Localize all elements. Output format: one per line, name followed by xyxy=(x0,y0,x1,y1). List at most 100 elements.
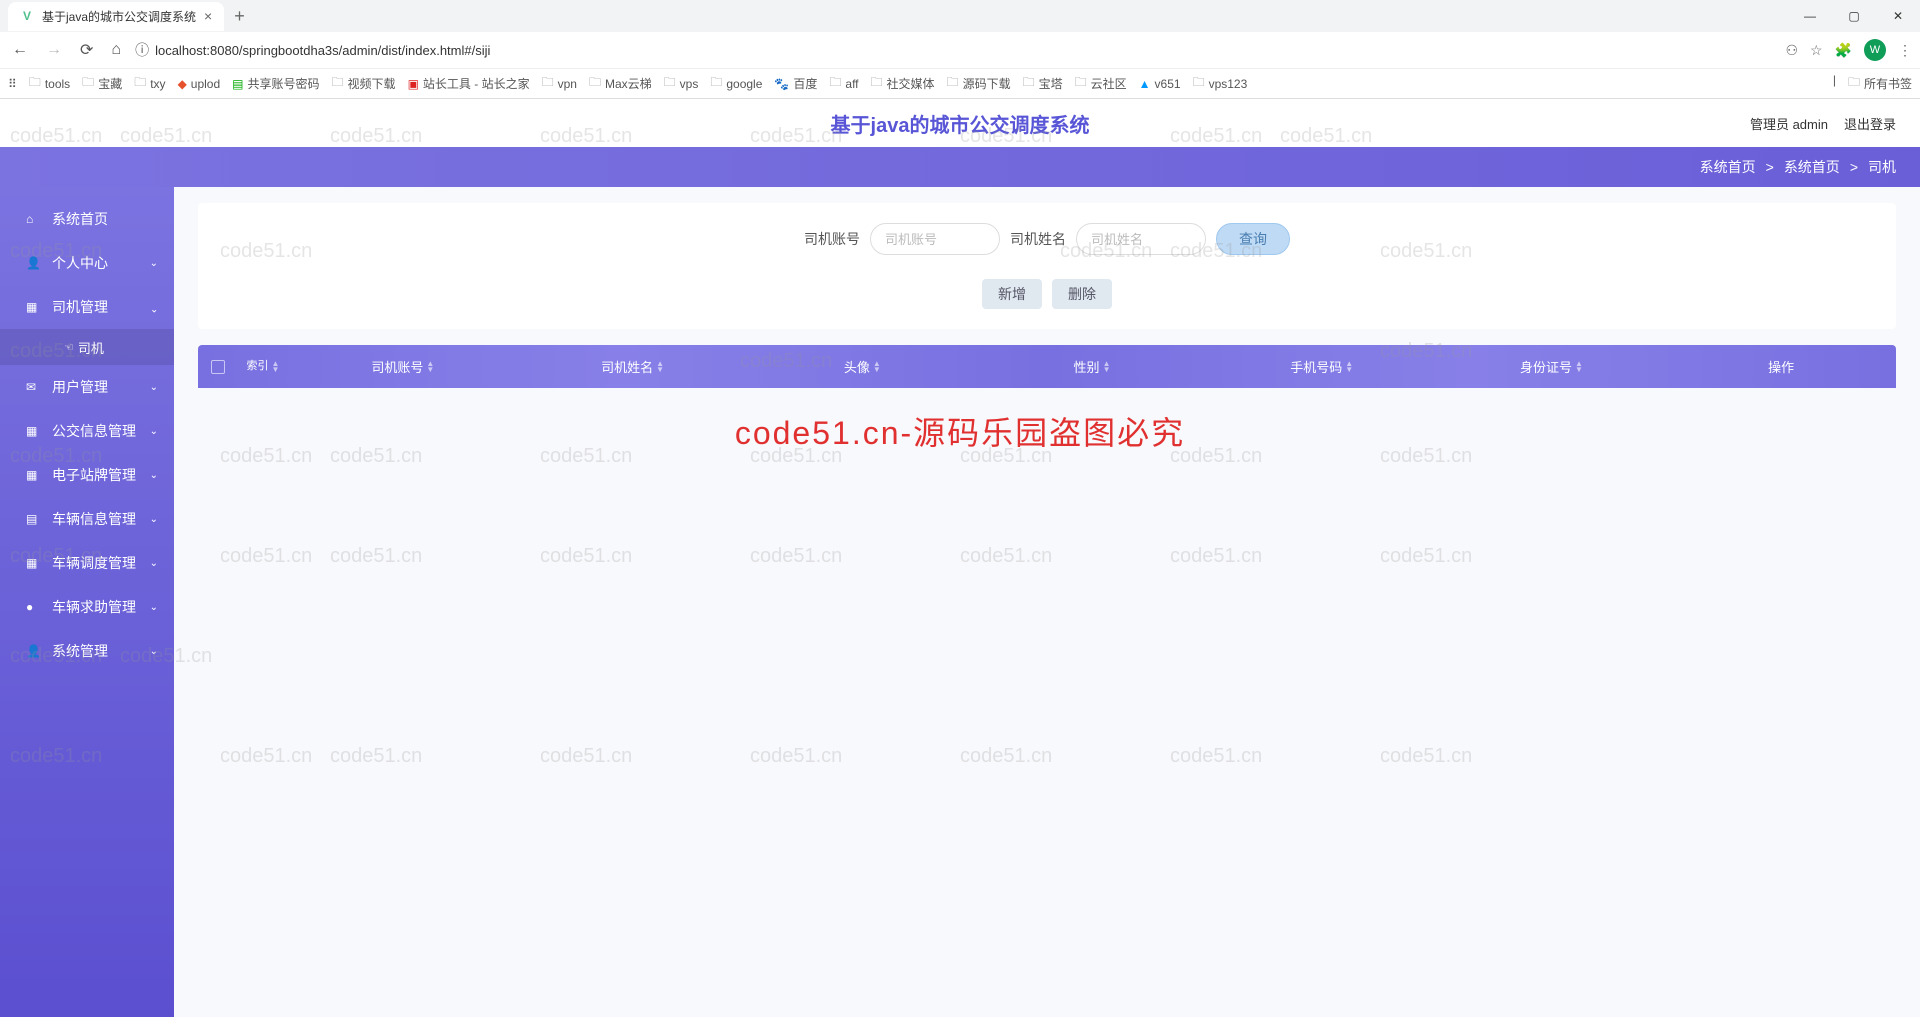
table-header: 索引▲▼ 司机账号▲▼ 司机姓名▲▼ 头像▲▼ 性别▲▼ 手机号码▲▼ 身份证号… xyxy=(198,345,1896,388)
sidebar-item-vehicle[interactable]: ▤车辆信息管理⌄ xyxy=(0,497,174,541)
bookmark-item[interactable]: 🗀宝塔 xyxy=(1023,73,1063,94)
reload-button[interactable]: ⟳ xyxy=(76,40,97,60)
pointer-icon: ☜ xyxy=(64,341,74,354)
info-icon: ⓘ xyxy=(135,40,149,60)
grid-icon: ▦ xyxy=(26,424,40,438)
user-icon: 👤 xyxy=(26,256,40,270)
delete-button[interactable]: 删除 xyxy=(1052,279,1112,309)
maximize-icon[interactable]: ▢ xyxy=(1832,0,1876,32)
th-idcard[interactable]: 身份证号▲▼ xyxy=(1437,345,1667,388)
sidebar-item-driver[interactable]: ▦司机管理⌃ xyxy=(0,285,174,329)
address-bar: ← → ⟳ ⌂ ⓘ localhost:8080/springbootdha3s… xyxy=(0,32,1920,68)
close-tab-icon[interactable]: × xyxy=(204,8,212,24)
browser-tab[interactable]: V 基于java的城市公交调度系统 × xyxy=(8,2,224,31)
sidebar-item-system[interactable]: 👤系统管理⌄ xyxy=(0,629,174,673)
sidebar-item-home[interactable]: ⌂系统首页 xyxy=(0,197,174,241)
url-field[interactable]: ⓘ localhost:8080/springbootdha3s/admin/d… xyxy=(135,40,1775,60)
close-window-icon[interactable]: ✕ xyxy=(1876,0,1920,32)
table: 索引▲▼ 司机账号▲▼ 司机姓名▲▼ 头像▲▼ 性别▲▼ 手机号码▲▼ 身份证号… xyxy=(198,345,1896,388)
bookmark-item[interactable]: 🗀vps xyxy=(664,73,699,94)
translate-icon[interactable]: ⚇ xyxy=(1785,42,1798,59)
sidebar-item-profile[interactable]: 👤个人中心⌄ xyxy=(0,241,174,285)
th-index[interactable]: 索引▲▼ xyxy=(238,345,288,388)
breadcrumb-item[interactable]: 系统首页 xyxy=(1784,157,1840,177)
bookmark-item[interactable]: 🗀Max云梯 xyxy=(589,73,652,94)
th-action: 操作 xyxy=(1666,345,1896,388)
chevron-down-icon: ⌄ xyxy=(150,382,158,393)
url-text: localhost:8080/springbootdha3s/admin/dis… xyxy=(155,43,490,58)
bookmark-item[interactable]: ▤共享账号密码 xyxy=(232,75,319,92)
user-icon: 👤 xyxy=(26,644,40,658)
search-panel: 司机账号 司机姓名 查询 新增 删除 xyxy=(198,203,1896,329)
chevron-down-icon: ⌄ xyxy=(150,470,158,481)
all-bookmarks[interactable]: 🗀所有书签 xyxy=(1848,73,1912,94)
bookmark-item[interactable]: 🐾百度 xyxy=(774,75,817,92)
new-tab-button[interactable]: + xyxy=(224,6,255,27)
query-button[interactable]: 查询 xyxy=(1216,223,1290,255)
sort-icon: ▲▼ xyxy=(656,361,664,373)
chevron-down-icon: ⌄ xyxy=(150,258,158,269)
sidebar-item-bus[interactable]: ▦公交信息管理⌄ xyxy=(0,409,174,453)
bookmark-item[interactable]: 🗀google xyxy=(710,73,762,94)
bookmark-item[interactable]: ◆uplod xyxy=(178,77,221,91)
bookmark-item[interactable]: 🗀txy xyxy=(134,73,165,94)
grid-icon: ▦ xyxy=(26,300,40,314)
bookmark-item[interactable]: ▲v651 xyxy=(1139,77,1181,91)
bookmark-item[interactable]: ▣站长工具 - 站长之家 xyxy=(408,75,530,92)
th-name[interactable]: 司机姓名▲▼ xyxy=(518,345,748,388)
sidebar-subitem-driver[interactable]: ☜司机 xyxy=(0,329,174,365)
bookmark-item[interactable]: 🗀宝藏 xyxy=(82,73,122,94)
bookmark-item[interactable]: 🗀tools xyxy=(29,73,70,94)
sort-icon: ▲▼ xyxy=(272,361,280,373)
main-content: 司机账号 司机姓名 查询 新增 删除 索引▲▼ 司机账号▲▼ 司机姓名▲▼ xyxy=(174,187,1920,1017)
more-icon[interactable]: ⋮ xyxy=(1898,42,1912,59)
th-gender[interactable]: 性别▲▼ xyxy=(977,345,1207,388)
th-account[interactable]: 司机账号▲▼ xyxy=(288,345,518,388)
tab-favicon: V xyxy=(20,9,34,23)
sort-icon: ▲▼ xyxy=(1345,361,1353,373)
sidebar-item-help[interactable]: ●车辆求助管理⌄ xyxy=(0,585,174,629)
star-icon[interactable]: ☆ xyxy=(1810,42,1823,59)
breadcrumb-home[interactable]: 系统首页 xyxy=(1700,157,1756,177)
sidebar-item-dispatch[interactable]: ▦车辆调度管理⌄ xyxy=(0,541,174,585)
window-controls: — ▢ ✕ xyxy=(1788,0,1920,32)
bookmark-item[interactable]: 🗀视频下载 xyxy=(332,73,396,94)
forward-button[interactable]: → xyxy=(42,41,66,59)
account-label: 司机账号 xyxy=(804,229,860,249)
th-checkbox[interactable] xyxy=(198,345,238,388)
mail-icon: ✉ xyxy=(26,380,40,394)
chevron-down-icon: ⌄ xyxy=(150,602,158,613)
admin-label[interactable]: 管理员 admin xyxy=(1750,114,1828,133)
name-input[interactable] xyxy=(1076,223,1206,255)
bookmarks-more[interactable]: | xyxy=(1833,73,1836,94)
add-button[interactable]: 新增 xyxy=(982,279,1042,309)
breadcrumb-current: 司机 xyxy=(1868,157,1896,177)
extensions-icon[interactable]: 🧩 xyxy=(1835,42,1852,59)
app-header: 基于java的城市公交调度系统 管理员 admin 退出登录 xyxy=(0,99,1920,147)
chevron-down-icon: ⌄ xyxy=(150,558,158,569)
grid-icon: ▦ xyxy=(26,468,40,482)
sidebar-item-user[interactable]: ✉用户管理⌄ xyxy=(0,365,174,409)
bookmark-item[interactable]: 🗀vpn xyxy=(542,73,577,94)
apps-icon[interactable]: ⠿ xyxy=(8,77,17,91)
th-phone[interactable]: 手机号码▲▼ xyxy=(1207,345,1437,388)
home-icon: ⌂ xyxy=(26,212,40,226)
tab-bar: V 基于java的城市公交调度系统 × + — ▢ ✕ xyxy=(0,0,1920,32)
bookmark-item[interactable]: 🗀vps123 xyxy=(1193,73,1248,94)
bookmark-item[interactable]: 🗀社交媒体 xyxy=(871,73,935,94)
bookmark-item[interactable]: 🗀aff xyxy=(829,73,858,94)
profile-avatar[interactable]: W xyxy=(1864,39,1886,61)
minimize-icon[interactable]: — xyxy=(1788,0,1832,32)
chevron-down-icon: ⌄ xyxy=(150,426,158,437)
bookmark-item[interactable]: 🗀云社区 xyxy=(1075,73,1127,94)
th-avatar[interactable]: 头像▲▼ xyxy=(747,345,977,388)
sort-icon: ▲▼ xyxy=(426,361,434,373)
dot-icon: ● xyxy=(26,600,40,614)
sidebar-item-station[interactable]: ▦电子站牌管理⌄ xyxy=(0,453,174,497)
back-button[interactable]: ← xyxy=(8,41,32,59)
sort-icon: ▲▼ xyxy=(873,361,881,373)
account-input[interactable] xyxy=(870,223,1000,255)
home-button[interactable]: ⌂ xyxy=(107,41,125,59)
logout-button[interactable]: 退出登录 xyxy=(1844,114,1896,133)
bookmark-item[interactable]: 🗀源码下载 xyxy=(947,73,1011,94)
